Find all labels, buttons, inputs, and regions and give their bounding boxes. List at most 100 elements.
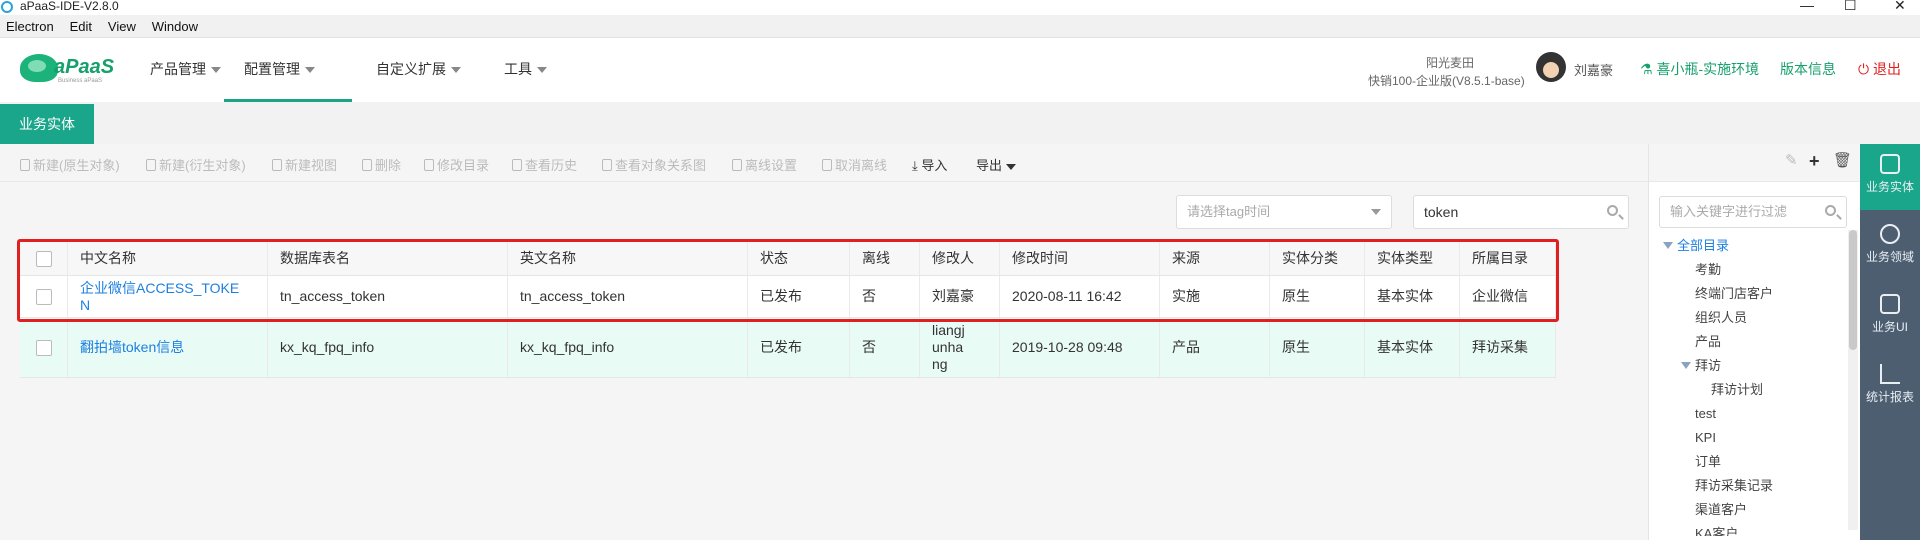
version-info-link[interactable]: 版本信息 bbox=[1780, 59, 1836, 79]
new-view-icon bbox=[272, 159, 282, 171]
cell-cn-name[interactable]: 翻拍墙token信息 bbox=[68, 318, 268, 377]
edit-icon[interactable]: ✎ bbox=[1785, 151, 1798, 169]
cancel-offline-button[interactable]: 取消离线 bbox=[822, 155, 887, 174]
col-offline[interactable]: 离线 bbox=[850, 242, 920, 275]
app-icon bbox=[1, 1, 13, 13]
col-en-name[interactable]: 英文名称 bbox=[508, 242, 748, 275]
new-view-button[interactable]: 新建视图 bbox=[272, 155, 337, 174]
user-name[interactable]: 刘嘉豪 bbox=[1574, 60, 1613, 79]
tree-node[interactable]: 拜访采集记录 bbox=[1663, 474, 1853, 498]
avatar[interactable] bbox=[1536, 52, 1566, 82]
tree-node[interactable]: 产品 bbox=[1663, 330, 1853, 354]
tree-node[interactable]: 终端门店客户 bbox=[1663, 282, 1853, 306]
scrollbar-thumb[interactable] bbox=[1849, 230, 1857, 350]
new-derived-button[interactable]: 新建(衍生对象) bbox=[146, 155, 246, 174]
tree-node-root[interactable]: 全部目录 bbox=[1663, 234, 1853, 258]
modifier-line: ng bbox=[932, 356, 948, 372]
sidebar-item-business-ui[interactable]: 业务UI bbox=[1860, 284, 1920, 350]
col-status[interactable]: 状态 bbox=[748, 242, 850, 275]
nav-tools[interactable]: 工具 bbox=[504, 38, 547, 102]
export-dropdown[interactable]: 导出 bbox=[976, 155, 1017, 174]
page-tab-strip: 业务实体 bbox=[0, 102, 1920, 144]
tree-node[interactable]: 考勤 bbox=[1663, 258, 1853, 282]
cancel-icon bbox=[822, 159, 832, 171]
offline-settings-button[interactable]: 离线设置 bbox=[732, 155, 797, 174]
minimize-button[interactable]: — bbox=[1800, 0, 1814, 13]
sidebar-item-business-domain[interactable]: 业务领域 bbox=[1860, 214, 1920, 280]
nav-label: 配置管理 bbox=[244, 61, 300, 77]
tag-time-placeholder: 请选择tag时间 bbox=[1187, 204, 1271, 219]
col-modifier[interactable]: 修改人 bbox=[920, 242, 1000, 275]
col-category[interactable]: 实体分类 bbox=[1270, 242, 1365, 275]
tree-node[interactable]: 订单 bbox=[1663, 450, 1853, 474]
add-icon[interactable]: + bbox=[1809, 151, 1820, 172]
ui-icon bbox=[1880, 294, 1900, 314]
trash-icon[interactable]: 🗑 bbox=[1833, 151, 1852, 169]
cell-modifier: liangj unha ng bbox=[920, 318, 1000, 377]
tree-node-label: 拜访 bbox=[1695, 358, 1722, 373]
col-modified-time[interactable]: 修改时间 bbox=[1000, 242, 1160, 275]
import-button[interactable]: ⤓ 导入 bbox=[912, 155, 947, 174]
logout-button[interactable]: ⏻ 退出 bbox=[1858, 59, 1901, 79]
table-row[interactable]: 翻拍墙token信息 kx_kq_fpq_info kx_kq_fpq_info… bbox=[20, 318, 1556, 378]
maximize-button[interactable]: ☐ bbox=[1844, 0, 1857, 14]
table-row[interactable]: 企业微信ACCESS_TOKE N tn_access_token tn_acc… bbox=[20, 276, 1556, 318]
menu-edit[interactable]: Edit bbox=[70, 15, 92, 38]
close-button[interactable]: ✕ bbox=[1894, 0, 1906, 14]
sidebar-item-label: 统计报表 bbox=[1865, 390, 1914, 404]
app-header: aPaaS Business aPaaS 产品管理 配置管理 自定义扩展 工具 … bbox=[0, 38, 1920, 102]
menu-view[interactable]: View bbox=[108, 15, 136, 38]
col-cn-name[interactable]: 中文名称 bbox=[68, 242, 268, 275]
directory-toolbar: ✎ + 🗑 bbox=[1649, 144, 1861, 182]
download-icon: ⤓ bbox=[912, 158, 922, 173]
tree-node[interactable]: 渠道客户 bbox=[1663, 498, 1853, 522]
env-link[interactable]: ⚗ 喜小瓶-实施环境 bbox=[1640, 59, 1759, 79]
tree-node[interactable]: 组织人员 bbox=[1663, 306, 1853, 330]
col-source[interactable]: 来源 bbox=[1160, 242, 1270, 275]
org-name: 阳光麦田 bbox=[1425, 56, 1474, 70]
sidebar-item-label: 业务领域 bbox=[1865, 250, 1914, 264]
select-all-checkbox[interactable] bbox=[35, 250, 52, 267]
panel-scrollbar[interactable] bbox=[1848, 230, 1858, 530]
tree-node[interactable]: KA客户 bbox=[1663, 522, 1853, 536]
menu-window[interactable]: Window bbox=[152, 15, 198, 38]
nav-custom-extension[interactable]: 自定义扩展 bbox=[376, 38, 461, 102]
col-directory[interactable]: 所属目录 bbox=[1460, 242, 1556, 275]
search-icon[interactable] bbox=[1825, 205, 1836, 216]
nav-product-management[interactable]: 产品管理 bbox=[150, 38, 221, 102]
sidebar-item-statistics[interactable]: 统计报表 bbox=[1860, 354, 1920, 420]
row-checkbox[interactable] bbox=[35, 288, 52, 305]
view-relation-button[interactable]: 查看对象关系图 bbox=[602, 155, 706, 174]
cell-category: 原生 bbox=[1270, 318, 1365, 377]
tree-node[interactable]: KPI bbox=[1663, 426, 1853, 450]
cell-en-name: tn_access_token bbox=[508, 276, 748, 317]
caret-down-icon bbox=[1006, 163, 1017, 170]
tree-node[interactable]: test bbox=[1663, 402, 1853, 426]
cell-directory: 拜访采集 bbox=[1460, 318, 1556, 377]
expand-triangle-icon[interactable] bbox=[1681, 362, 1691, 369]
new-native-button[interactable]: 新建(原生对象) bbox=[20, 155, 120, 174]
row-select-cell bbox=[20, 318, 68, 377]
logo[interactable]: aPaaS Business aPaaS bbox=[20, 52, 120, 88]
view-history-button[interactable]: 查看历史 bbox=[512, 155, 577, 174]
search-icon[interactable] bbox=[1607, 205, 1618, 216]
cell-source: 产品 bbox=[1160, 318, 1270, 377]
col-type[interactable]: 实体类型 bbox=[1365, 242, 1460, 275]
expand-triangle-icon[interactable] bbox=[1663, 242, 1673, 249]
tab-business-entity[interactable]: 业务实体 bbox=[0, 104, 94, 144]
menu-electron[interactable]: Electron bbox=[6, 15, 54, 38]
tree-node[interactable]: 拜访 bbox=[1663, 354, 1853, 378]
tag-time-select[interactable]: 请选择tag时间 bbox=[1176, 195, 1392, 229]
sidebar-item-business-entity[interactable]: 业务实体 bbox=[1860, 144, 1920, 210]
tree-filter-input[interactable]: 输入关键字进行过滤 bbox=[1659, 196, 1847, 228]
edit-directory-label: 修改目录 bbox=[437, 158, 490, 173]
nav-config-management[interactable]: 配置管理 bbox=[224, 38, 352, 102]
col-db-table[interactable]: 数据库表名 bbox=[268, 242, 508, 275]
tree-node[interactable]: 拜访计划 bbox=[1663, 378, 1853, 402]
cell-cn-name[interactable]: 企业微信ACCESS_TOKE N bbox=[68, 276, 268, 317]
row-checkbox[interactable] bbox=[35, 339, 52, 356]
delete-button[interactable]: 删除 bbox=[362, 155, 401, 174]
edit-directory-button[interactable]: 修改目录 bbox=[424, 155, 489, 174]
cell-modified-time: 2020-08-11 16:42 bbox=[1000, 276, 1160, 317]
search-input[interactable]: token bbox=[1413, 195, 1629, 229]
